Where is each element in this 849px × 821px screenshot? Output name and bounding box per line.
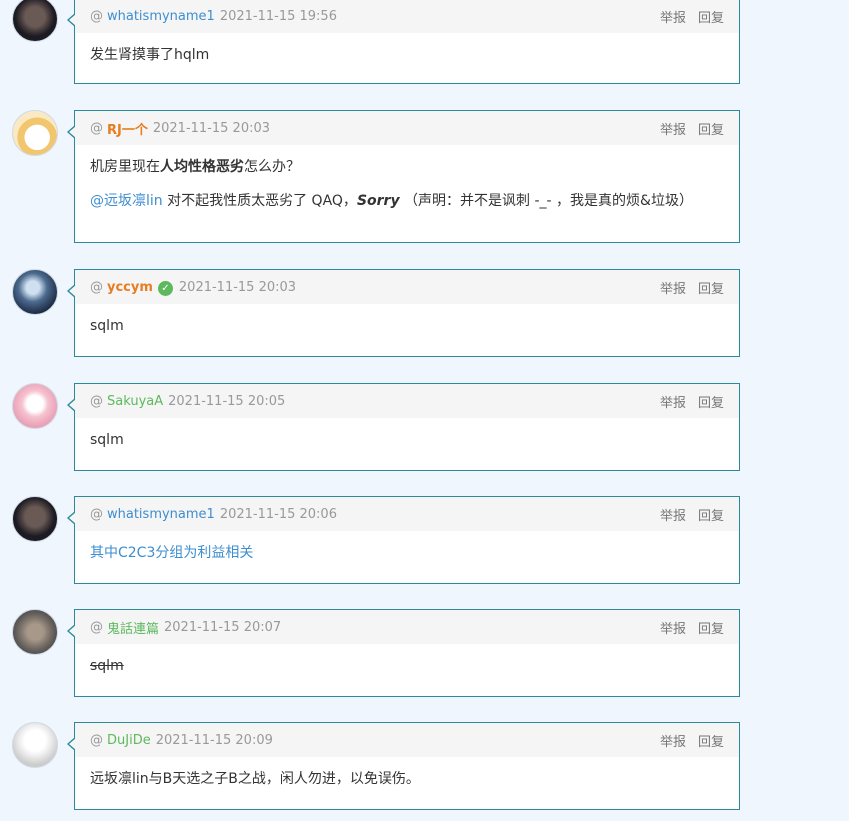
username-link[interactable]: 鬼話連篇 — [107, 618, 159, 637]
username-link[interactable]: yccym — [107, 280, 153, 295]
comment-header: @ whatismyname1 2021-11-15 19:56 举报 回复 — [75, 0, 739, 33]
at-sign: @ — [90, 732, 103, 748]
comment-body: 发生肾摸事了hqlm — [75, 33, 739, 79]
report-button[interactable]: 举报 — [660, 618, 686, 637]
at-sign: @ — [90, 393, 103, 409]
comment-header: @ whatismyname1 2021-11-15 20:06 举报 回复 — [75, 497, 739, 531]
at-sign: @ — [90, 8, 103, 24]
reply-button[interactable]: 回复 — [698, 731, 724, 750]
at-sign: @ — [90, 506, 103, 522]
timestamp: 2021-11-15 20:07 — [164, 619, 282, 635]
username-link[interactable]: DuJiDe — [107, 733, 151, 748]
avatar[interactable] — [12, 110, 58, 156]
reply-button[interactable]: 回复 — [698, 119, 724, 138]
timestamp: 2021-11-15 20:03 — [152, 120, 271, 136]
comment-text: 其中C2C3分组为利益相关 — [90, 545, 254, 561]
reply-button[interactable]: 回复 — [698, 618, 724, 637]
avatar[interactable] — [12, 609, 58, 655]
avatar[interactable] — [12, 269, 58, 315]
comment-text: sqlm — [90, 658, 124, 674]
timestamp: 2021-11-15 20:05 — [168, 393, 286, 409]
comment-header: @ SakuyaA 2021-11-15 20:05 举报 回复 — [75, 384, 739, 418]
comment-text: @远坂凛lin 对不起我性质太恶劣了 QAQ，Sorry （声明：并不是讽刺 -… — [90, 191, 724, 211]
report-button[interactable]: 举报 — [660, 7, 686, 26]
mention-link[interactable]: @远坂凛lin — [90, 193, 163, 209]
text-span: 机房里现在 — [90, 159, 160, 175]
bold-text: 人均性格恶劣 — [160, 159, 244, 175]
reply-button[interactable]: 回复 — [698, 7, 724, 26]
comment-header: @ 鬼話連篇 2021-11-15 20:07 举报 回复 — [75, 610, 739, 644]
username-link[interactable]: SakuyaA — [107, 394, 163, 409]
comment-card: @ whatismyname1 2021-11-15 20:06 举报 回复 其… — [67, 496, 740, 584]
comment-header: @ RJ一个 2021-11-15 20:03 举报 回复 — [75, 111, 739, 145]
comment-body: sqlm — [75, 644, 739, 690]
timestamp: 2021-11-15 20:09 — [155, 732, 273, 748]
username-link[interactable]: whatismyname1 — [107, 507, 215, 522]
text-span: 对不起我性质太恶劣了 QAQ， — [162, 193, 357, 209]
comment-body: 远坂凛lin与B天选之子B之战，闲人勿进，以免误伤。 — [75, 757, 739, 803]
at-sign: @ — [90, 279, 103, 295]
bold-italic-text: Sorry — [356, 193, 400, 209]
comment-card: @ SakuyaA 2021-11-15 20:05 举报 回复 sqlm — [67, 383, 740, 471]
avatar[interactable] — [12, 722, 58, 768]
reply-button[interactable]: 回复 — [698, 278, 724, 297]
username-link[interactable]: whatismyname1 — [107, 9, 215, 24]
comment-text: sqlm — [90, 432, 124, 448]
reply-button[interactable]: 回复 — [698, 505, 724, 524]
report-button[interactable]: 举报 — [660, 392, 686, 411]
timestamp: 2021-11-15 20:06 — [219, 506, 337, 522]
comment-body: 机房里现在人均性格恶劣怎么办？ @远坂凛lin 对不起我性质太恶劣了 QAQ，S… — [75, 145, 739, 225]
avatar[interactable] — [12, 496, 58, 542]
at-sign: @ — [90, 120, 103, 136]
report-button[interactable]: 举报 — [660, 731, 686, 750]
text-span: 怎么办？ — [244, 159, 300, 175]
comment-body: 其中C2C3分组为利益相关 — [75, 531, 739, 577]
comment-body: sqlm — [75, 304, 739, 350]
comment-card: @ DuJiDe 2021-11-15 20:09 举报 回复 远坂凛lin与B… — [67, 722, 740, 810]
comment-text: 远坂凛lin与B天选之子B之战，闲人勿进，以免误伤。 — [90, 771, 420, 787]
comment-body: sqlm — [75, 418, 739, 464]
report-button[interactable]: 举报 — [660, 278, 686, 297]
comment-text: 发生肾摸事了hqlm — [90, 47, 210, 63]
reply-button[interactable]: 回复 — [698, 392, 724, 411]
comment-text: sqlm — [90, 318, 124, 334]
text-span: （声明：并不是讽刺 -_- ，我是真的烦&垃圾） — [399, 193, 693, 209]
at-sign: @ — [90, 619, 103, 635]
comment-header: @ DuJiDe 2021-11-15 20:09 举报 回复 — [75, 723, 739, 757]
avatar[interactable] — [12, 383, 58, 429]
check-badge-icon: ✓ — [157, 280, 173, 296]
comment-card: @ RJ一个 2021-11-15 20:03 举报 回复 机房里现在人均性格恶… — [67, 110, 740, 243]
comment-text: 机房里现在人均性格恶劣怎么办？ — [90, 157, 724, 177]
report-button[interactable]: 举报 — [660, 119, 686, 138]
avatar[interactable] — [12, 0, 58, 42]
report-button[interactable]: 举报 — [660, 505, 686, 524]
comment-card: @ whatismyname1 2021-11-15 19:56 举报 回复 发… — [67, 0, 740, 84]
timestamp: 2021-11-15 19:56 — [219, 8, 337, 24]
comment-card: @ 鬼話連篇 2021-11-15 20:07 举报 回复 sqlm — [67, 609, 740, 697]
timestamp: 2021-11-15 20:03 — [178, 279, 297, 295]
username-link[interactable]: RJ一个 — [107, 119, 148, 138]
comment-header: @ yccym ✓ 2021-11-15 20:03 举报 回复 — [75, 270, 739, 304]
comment-card: @ yccym ✓ 2021-11-15 20:03 举报 回复 sqlm — [67, 269, 740, 357]
